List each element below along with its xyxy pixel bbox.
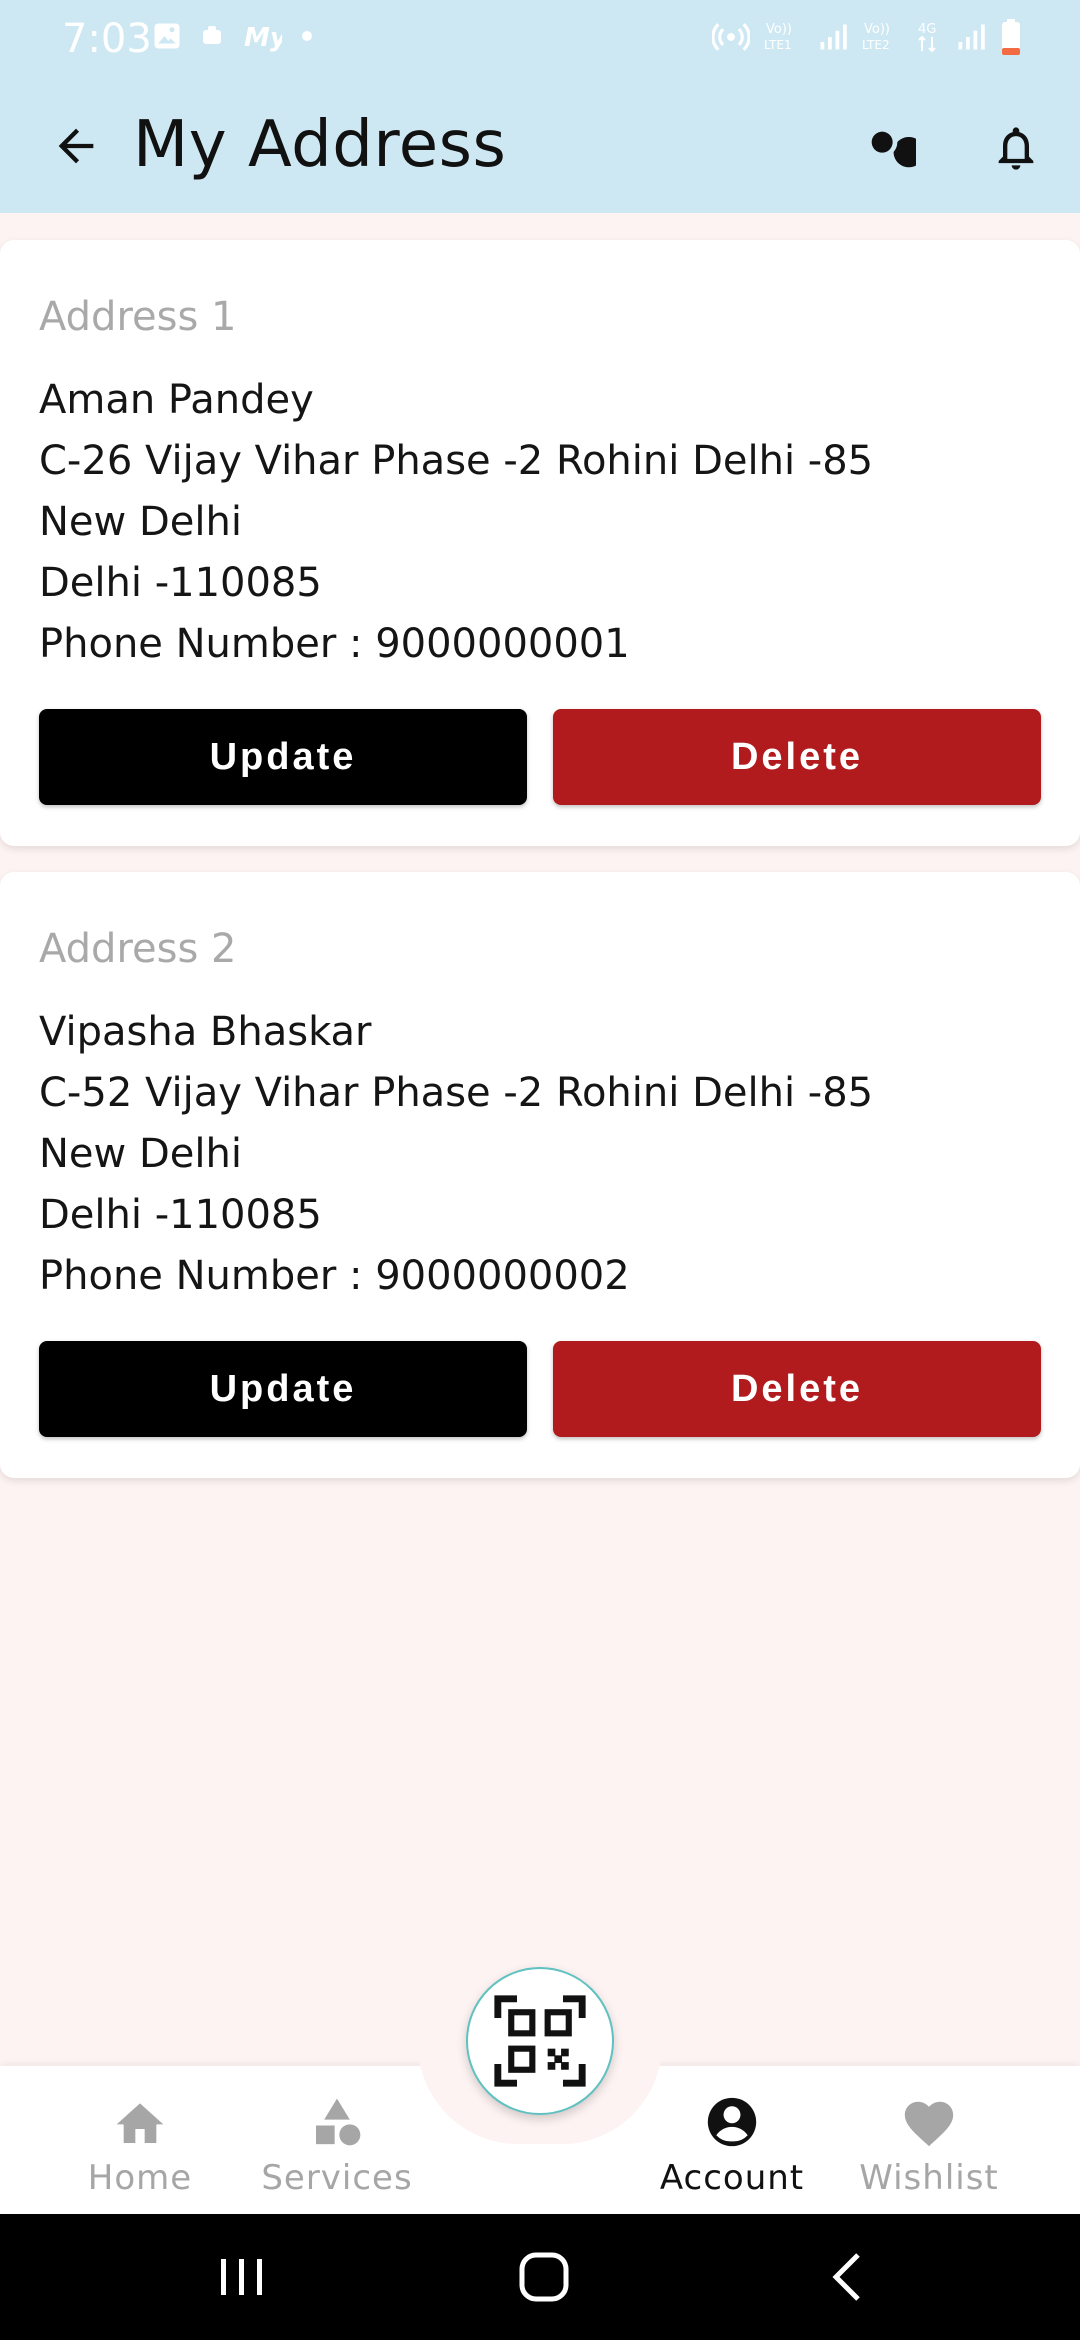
address-name: Aman Pandey: [39, 377, 314, 423]
back-system-button[interactable]: [808, 2242, 888, 2312]
arrow-left-icon: [58, 128, 94, 164]
status-right-icons: Vo)) LTE1 Vo)) LTE2 4G: [712, 18, 1022, 56]
nav-label-account: Account: [659, 2158, 805, 2198]
nav-label-home: Home: [87, 2158, 193, 2198]
nav-item-wishlist[interactable]: Wishlist: [829, 2066, 1029, 2214]
chevron-left-icon: [832, 2253, 860, 2301]
home-icon: [116, 2103, 164, 2143]
qr-scan-button[interactable]: [466, 1967, 614, 2115]
myjio-icon: My: [244, 23, 282, 52]
search-icon: [871, 131, 916, 168]
back-button[interactable]: [40, 110, 112, 182]
nav-label-services: Services: [261, 2158, 413, 2198]
home-system-button[interactable]: [504, 2242, 584, 2312]
address-card: Address 1 Aman Pandey C-26 Vijay Vihar P…: [0, 240, 1080, 846]
nav-item-services[interactable]: Services: [237, 2066, 437, 2214]
nav-item-home[interactable]: Home: [40, 2066, 240, 2214]
signal-icon: [820, 24, 847, 50]
address-city: New Delhi: [39, 1131, 242, 1177]
bell-icon: [998, 127, 1034, 170]
signal-icon: [958, 24, 985, 50]
status-time: 7:03: [62, 16, 152, 62]
svg-text:Vo)): Vo)): [864, 22, 890, 37]
image-icon: [154, 23, 180, 49]
dot-icon: [302, 31, 312, 41]
hotspot-icon: [712, 23, 750, 51]
app-bar: My Address: [0, 82, 1080, 213]
heart-icon: [904, 2101, 954, 2147]
address-state-pin: Delhi -110085: [39, 1192, 322, 1238]
address-details: Vipasha Bhaskar C-52 Vijay Vihar Phase -…: [39, 1002, 873, 1307]
shapes-icon: [316, 2098, 361, 2146]
delete-button[interactable]: Delete: [553, 1341, 1041, 1437]
address-phone: Phone Number : 9000000002: [39, 1253, 630, 1299]
address-name: Vipasha Bhaskar: [39, 1009, 372, 1055]
address-label: Address 2: [39, 926, 237, 972]
svg-text:LTE1: LTE1: [764, 38, 792, 52]
volte-lte2-icon: Vo))LTE2: [862, 22, 890, 52]
recent-apps-button[interactable]: [202, 2242, 282, 2312]
address-phone: Phone Number : 9000000001: [39, 621, 630, 667]
address-city: New Delhi: [39, 499, 242, 545]
search-button[interactable]: [852, 112, 924, 184]
home-square-icon: [519, 2252, 569, 2302]
update-button[interactable]: Update: [39, 709, 527, 805]
page-title: My Address: [133, 108, 507, 182]
4g-icon: 4G: [918, 22, 936, 53]
status-left-icons: My: [152, 20, 314, 52]
nav-label-wishlist: Wishlist: [859, 2158, 999, 2198]
address-state-pin: Delhi -110085: [39, 560, 322, 606]
address-details: Aman Pandey C-26 Vijay Vihar Phase -2 Ro…: [39, 370, 873, 675]
volte-lte1-icon: Vo))LTE1: [764, 22, 792, 52]
account-icon: [707, 2097, 757, 2147]
nav-item-account[interactable]: Account: [632, 2066, 832, 2214]
top-bar: 7:03 My Vo))LTE1 Vo))LTE2 4G My Address: [0, 0, 1080, 213]
svg-text:Vo)): Vo)): [766, 22, 792, 37]
recent-apps-icon: [221, 2259, 262, 2295]
notification-icon: [203, 26, 221, 44]
address-street: C-52 Vijay Vihar Phase -2 Rohini Delhi -…: [39, 1070, 874, 1116]
notifications-button[interactable]: [980, 112, 1052, 184]
qr-scan-icon: [494, 1995, 586, 2087]
address-label: Address 1: [39, 294, 237, 340]
address-card: Address 2 Vipasha Bhaskar C-52 Vijay Vih…: [0, 872, 1080, 1478]
delete-button[interactable]: Delete: [553, 709, 1041, 805]
svg-text:4G: 4G: [918, 22, 936, 37]
address-street: C-26 Vijay Vihar Phase -2 Rohini Delhi -…: [39, 438, 874, 484]
battery-icon: [1002, 19, 1020, 55]
update-button[interactable]: Update: [39, 1341, 527, 1437]
svg-text:My: My: [244, 23, 282, 52]
svg-text:LTE2: LTE2: [862, 38, 890, 52]
status-bar: 7:03 My Vo))LTE1 Vo))LTE2 4G: [0, 0, 1080, 82]
system-nav-bar: [0, 2214, 1080, 2340]
